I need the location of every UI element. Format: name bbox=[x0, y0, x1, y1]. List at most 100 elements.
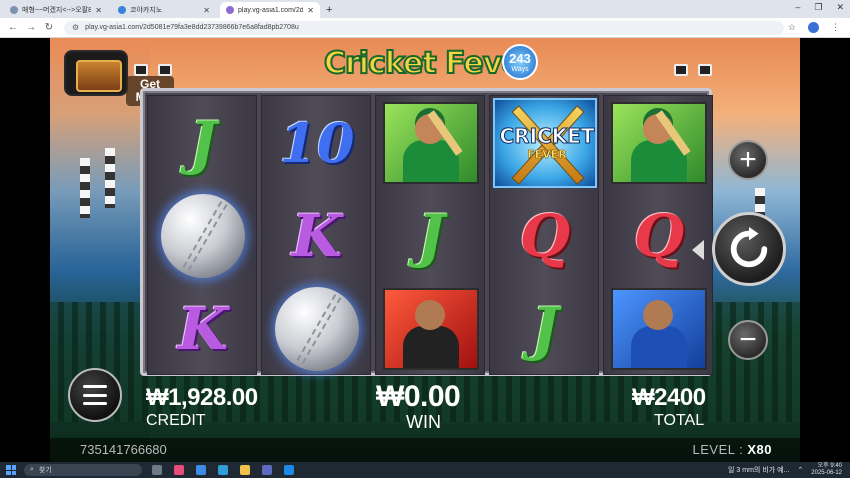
system-tray: 일 3 mm의 비가 예... ⌃ 오후 9:40 2025-06-12 bbox=[728, 463, 842, 477]
reel-cell: K bbox=[148, 282, 258, 375]
batsman-green-symbol bbox=[383, 101, 479, 184]
reel-grid: J K 10 K J CRICKET FEVER Q J Q bbox=[140, 88, 713, 376]
symbol-q: Q bbox=[633, 201, 685, 270]
wild-symbol: CRICKET FEVER bbox=[493, 97, 597, 188]
browser-tab-bar: 매형~~머겠지<-->오팔8<-> ✕ 코야카지노 ✕ play.vg-asia… bbox=[0, 0, 850, 18]
reel-cell bbox=[376, 282, 486, 375]
win-label: WIN bbox=[406, 412, 441, 432]
store-icon[interactable] bbox=[262, 465, 272, 475]
more-menu-icon[interactable]: ⋮ bbox=[831, 22, 840, 33]
outlook-icon[interactable] bbox=[284, 465, 294, 475]
tab-label: play.vg-asia1.com/2d5081e bbox=[238, 6, 304, 14]
player-head bbox=[415, 299, 445, 330]
player-body bbox=[403, 325, 459, 368]
reel-column: CRICKET FEVER Q J bbox=[489, 95, 599, 375]
ways-badge: 243 Ways bbox=[502, 44, 538, 80]
maximize-button[interactable]: ❐ bbox=[814, 2, 822, 13]
page-icon bbox=[10, 6, 18, 14]
close-tab-icon[interactable]: ✕ bbox=[307, 6, 314, 15]
reel-cell: Q bbox=[604, 189, 714, 282]
reel-cell bbox=[262, 282, 372, 375]
game-canvas: Get More Cricket Fever 243 Ways JK10KJCR… bbox=[50, 38, 800, 462]
reel-cell bbox=[376, 96, 486, 189]
minimize-button[interactable]: – bbox=[795, 2, 800, 13]
level-value: X80 bbox=[747, 442, 772, 457]
stadium-flag bbox=[105, 148, 115, 208]
windows-start-icon[interactable] bbox=[6, 465, 16, 475]
reel-cell: 10 bbox=[262, 96, 372, 189]
reel-cell: Q bbox=[490, 189, 600, 282]
spin-button[interactable] bbox=[712, 212, 786, 286]
reel-cell: K bbox=[262, 189, 372, 282]
game-status-bar: 735141766680 LEVEL : X80 bbox=[50, 438, 800, 462]
reel-column: J bbox=[375, 95, 485, 375]
player-blue-symbol bbox=[611, 287, 707, 370]
forward-button[interactable]: → bbox=[26, 22, 36, 33]
cricket-ball-symbol bbox=[275, 286, 359, 371]
browser-tab-2[interactable]: 코야카지노 ✕ bbox=[112, 2, 216, 18]
session-id: 735141766680 bbox=[80, 442, 167, 457]
stadium-light-icon bbox=[698, 64, 712, 76]
reel-column: 10 K bbox=[261, 95, 371, 375]
cricket-ball-symbol bbox=[161, 193, 245, 278]
ways-label: Ways bbox=[511, 66, 529, 73]
win-value: ₩0.00 bbox=[376, 380, 461, 413]
network-icon[interactable]: ⌃ bbox=[797, 466, 803, 474]
copilot-icon[interactable] bbox=[174, 465, 184, 475]
level-label: LEVEL : bbox=[692, 442, 744, 457]
increase-bet-button[interactable]: + bbox=[728, 140, 768, 180]
browser-tab-1[interactable]: 매형~~머겠지<-->오팔8<-> ✕ bbox=[4, 2, 108, 18]
chrome-icon[interactable] bbox=[196, 465, 206, 475]
close-window-button[interactable]: ✕ bbox=[836, 2, 844, 13]
credit-value: ₩1,928.00 bbox=[146, 384, 258, 411]
level-indicator: LEVEL : X80 bbox=[693, 442, 772, 457]
reel-column: JK bbox=[147, 95, 257, 375]
search-placeholder: 찾기 bbox=[38, 467, 52, 474]
reel-cell: J bbox=[490, 282, 600, 375]
reload-button[interactable]: ↻ bbox=[44, 22, 54, 33]
bookmark-star-icon[interactable]: ☆ bbox=[788, 22, 796, 33]
weather-widget[interactable]: 일 3 mm의 비가 예... bbox=[728, 465, 789, 475]
player-head bbox=[643, 299, 673, 330]
tab-label: 코야카지노 bbox=[130, 7, 163, 14]
symbol-k: K bbox=[291, 201, 343, 270]
site-icon bbox=[226, 6, 234, 14]
taskbar-apps bbox=[152, 465, 294, 475]
reel-column: Q bbox=[603, 95, 713, 375]
treasure-chest-icon bbox=[64, 50, 128, 96]
player-red-symbol bbox=[383, 287, 479, 370]
symbol-10: 10 bbox=[279, 110, 355, 175]
browser-tab-3-active[interactable]: play.vg-asia1.com/2d5081e ✕ bbox=[220, 2, 320, 18]
back-button[interactable]: ← bbox=[8, 22, 18, 33]
total-bet-label: TOTAL bbox=[654, 412, 705, 429]
symbol-j: J bbox=[531, 294, 559, 363]
total-bet-value: ₩2400 bbox=[632, 384, 706, 411]
reel-cell bbox=[604, 282, 714, 375]
reel-cell: J bbox=[148, 96, 258, 189]
site-info-icon[interactable]: ⚙ bbox=[72, 23, 79, 32]
edge-icon[interactable] bbox=[218, 465, 228, 475]
decrease-bet-button[interactable]: − bbox=[728, 320, 768, 360]
ways-number: 243 bbox=[509, 51, 531, 66]
address-bar: ← → ↻ ⚙ play.vg-asia1.com/2d5081e79fa3e8… bbox=[0, 18, 850, 38]
new-tab-button[interactable]: + bbox=[326, 2, 332, 18]
symbol-j: J bbox=[189, 108, 217, 177]
clock[interactable]: 오후 9:40 2025-06-12 bbox=[811, 463, 842, 477]
url-field[interactable]: ⚙ play.vg-asia1.com/2d5081e79fa3e8dd2373… bbox=[64, 20, 784, 35]
wild-subtitle: FEVER bbox=[527, 147, 567, 161]
stadium-flag bbox=[80, 158, 90, 218]
menu-button[interactable] bbox=[68, 368, 122, 422]
spin-icon bbox=[730, 226, 768, 268]
reel-cell bbox=[148, 189, 258, 282]
file-explorer-icon[interactable] bbox=[240, 465, 250, 475]
reel-cell bbox=[604, 96, 714, 189]
reel-cell: J bbox=[376, 189, 486, 282]
taskbar-search[interactable]: ⌕ 찾기 bbox=[24, 464, 142, 476]
batsman-green-symbol bbox=[611, 101, 707, 184]
symbol-j: J bbox=[417, 201, 445, 270]
close-tab-icon[interactable]: ✕ bbox=[203, 6, 210, 15]
profile-avatar[interactable] bbox=[808, 22, 819, 33]
close-tab-icon[interactable]: ✕ bbox=[95, 6, 102, 15]
task-view-icon[interactable] bbox=[152, 465, 162, 475]
clock-date: 2025-06-12 bbox=[811, 470, 842, 476]
